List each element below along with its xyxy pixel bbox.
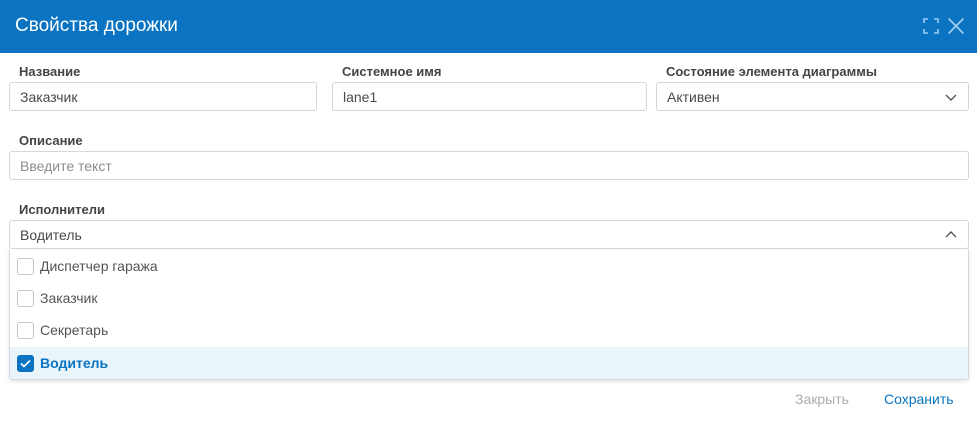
system-name-label: Системное имя bbox=[342, 64, 442, 79]
save-button[interactable]: Сохранить bbox=[884, 391, 954, 407]
state-value: Активен bbox=[667, 89, 720, 105]
checkmark-icon bbox=[20, 359, 31, 368]
option-driver[interactable]: Водитель bbox=[10, 347, 968, 379]
checkbox-checked[interactable] bbox=[17, 355, 34, 372]
state-label: Состояние элемента диаграммы bbox=[666, 64, 877, 79]
state-select[interactable]: Активен bbox=[656, 82, 969, 111]
dialog-title: Свойства дорожки bbox=[15, 15, 178, 36]
chevron-up-icon bbox=[945, 231, 957, 238]
description-field[interactable]: Введите текст bbox=[9, 151, 969, 180]
close-icon[interactable] bbox=[946, 16, 966, 36]
name-value: Заказчик bbox=[20, 89, 78, 105]
option-label: Диспетчер гаража bbox=[40, 258, 158, 274]
option-customer[interactable]: Заказчик bbox=[10, 282, 968, 314]
checkbox[interactable] bbox=[17, 322, 34, 339]
system-name-field[interactable]: lane1 bbox=[332, 82, 647, 111]
name-label: Название bbox=[19, 64, 81, 79]
performers-value: Водитель bbox=[20, 227, 82, 243]
option-dispatcher[interactable]: Диспетчер гаража bbox=[10, 250, 968, 282]
system-name-value: lane1 bbox=[343, 89, 378, 105]
performers-dropdown: Диспетчер гаража Заказчик Секретарь Води… bbox=[9, 249, 969, 380]
option-secretary[interactable]: Секретарь bbox=[10, 314, 968, 346]
chevron-down-icon bbox=[945, 94, 957, 101]
description-placeholder: Введите текст bbox=[20, 158, 112, 174]
close-button[interactable]: Закрыть bbox=[795, 391, 849, 407]
checkbox[interactable] bbox=[17, 290, 34, 307]
checkbox[interactable] bbox=[17, 258, 34, 275]
option-label: Заказчик bbox=[40, 290, 98, 306]
performers-label: Исполнители bbox=[19, 202, 105, 217]
performers-select[interactable]: Водитель bbox=[9, 220, 969, 249]
dialog-header: Свойства дорожки bbox=[0, 0, 977, 53]
description-label: Описание bbox=[19, 133, 83, 148]
name-field[interactable]: Заказчик bbox=[9, 82, 317, 111]
option-label: Секретарь bbox=[40, 322, 109, 338]
fullscreen-icon[interactable] bbox=[921, 16, 941, 36]
option-label: Водитель bbox=[40, 355, 109, 371]
